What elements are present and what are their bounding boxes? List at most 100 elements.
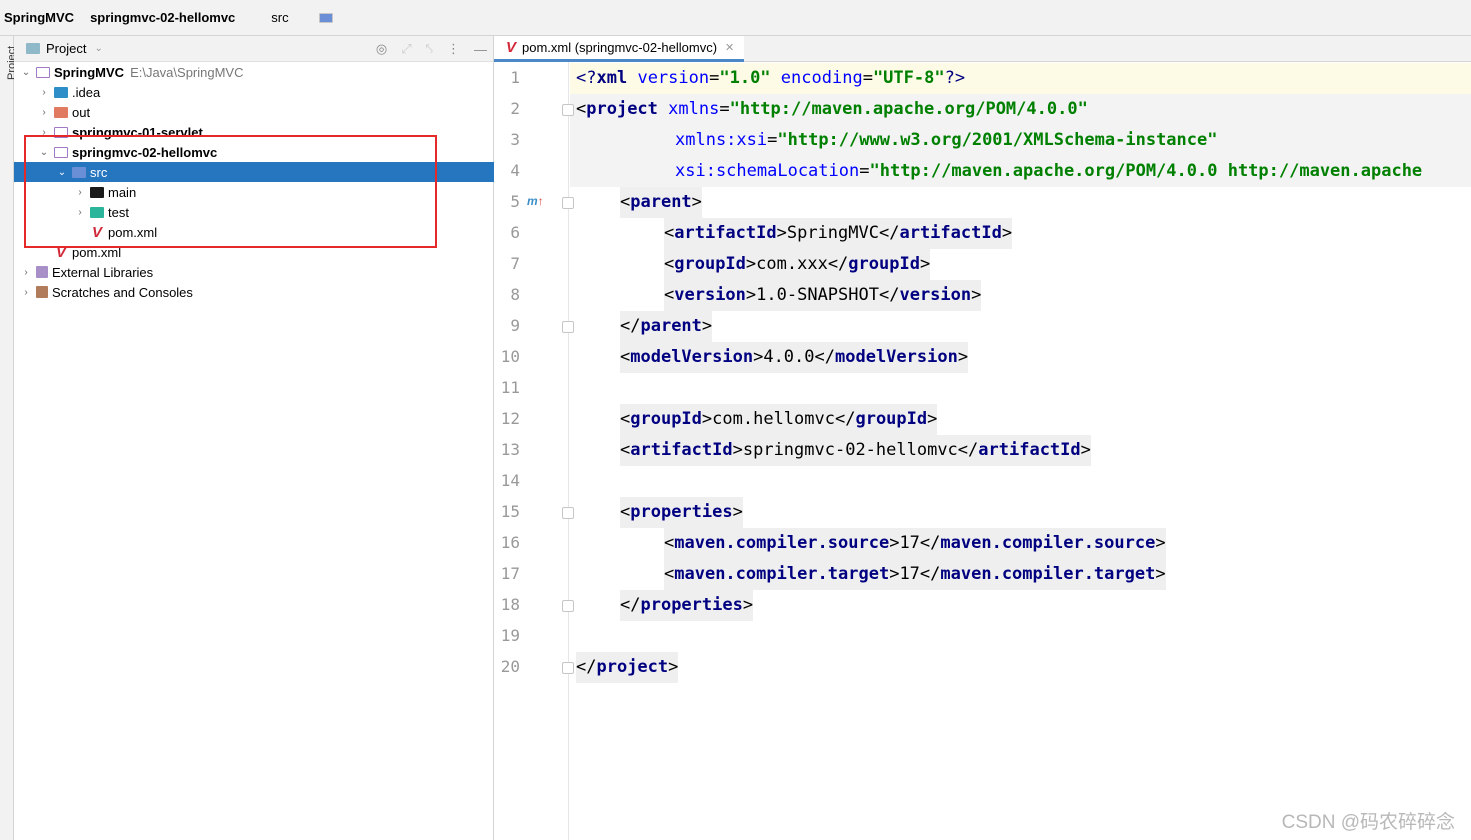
folder-icon: [90, 186, 104, 198]
fold-icon[interactable]: [562, 104, 574, 116]
fold-icon[interactable]: [562, 662, 574, 674]
expand-all-icon[interactable]: ⤢: [401, 41, 411, 57]
tree-item-root-pom[interactable]: V pom.xml: [14, 242, 494, 262]
code-line-8: <version>1.0-SNAPSHOT</version>: [664, 280, 982, 311]
line-number: 6: [510, 223, 520, 242]
line-number: 15: [500, 502, 520, 521]
code-line-1: <?xml version="1.0" encoding="UTF-8"?>: [576, 68, 966, 88]
line-number: 2: [510, 99, 520, 118]
chevron-right-icon[interactable]: ›: [20, 267, 32, 278]
line-number: 1: [510, 68, 520, 87]
maven-icon: V: [91, 223, 102, 241]
collapse-all-icon[interactable]: ⤣: [426, 41, 433, 57]
code-line-20: </project>: [576, 652, 679, 683]
code-line-16: <maven.compiler.source>17</maven.compile…: [664, 528, 1166, 559]
close-icon[interactable]: ✕: [725, 41, 734, 54]
code-line-13: <artifactId>springmvc-02-hellomvc</artif…: [620, 435, 1091, 466]
code-line-18: </properties>: [620, 590, 754, 621]
tab-pom-xml[interactable]: V pom.xml (springmvc-02-hellomvc) ✕: [494, 36, 745, 62]
project-view-icon: [26, 43, 40, 54]
out-folder-icon: [54, 106, 68, 118]
line-number: 16: [500, 533, 520, 552]
project-panel-header: Project ⌄ ◎ ⤢ ⤣ ⋮ —: [14, 36, 493, 62]
editor-tab-bar: V pom.xml (springmvc-02-hellomvc) ✕: [494, 36, 1471, 62]
code-line-9: </parent>: [620, 311, 713, 342]
maven-icon: V: [55, 243, 66, 261]
code-line-2: <project xmlns="http://maven.apache.org/…: [576, 99, 1088, 119]
line-number: 11: [500, 378, 520, 397]
line-number: 19: [500, 626, 520, 645]
tree-item-scratches[interactable]: › Scratches and Consoles: [14, 282, 494, 302]
project-panel: Project ⌄ ◎ ⤢ ⤣ ⋮ — ⌄ SpringMVC E:\Java\…: [14, 36, 494, 840]
chevron-right-icon[interactable]: ›: [38, 127, 50, 138]
line-number: 17: [500, 564, 520, 583]
code-line-10: <modelVersion>4.0.0</modelVersion>: [620, 342, 969, 373]
line-number: 13: [500, 440, 520, 459]
tree-item-out[interactable]: › out: [14, 102, 494, 122]
chevron-down-icon[interactable]: ⌄: [94, 43, 102, 54]
scratch-icon: [36, 286, 48, 298]
tree-item-main[interactable]: › main: [14, 182, 494, 202]
code-line-3: xmlns:xsi="http://www.w3.org/2001/XMLSch…: [675, 130, 1218, 150]
line-number: 18: [500, 595, 520, 614]
chevron-right-icon[interactable]: ›: [38, 107, 50, 118]
test-folder-icon: [90, 206, 104, 218]
chevron-right-icon[interactable]: ›: [38, 87, 50, 98]
line-number: 14: [500, 471, 520, 490]
chevron-right-icon[interactable]: ›: [74, 187, 86, 198]
line-number: 8: [510, 285, 520, 304]
chevron-right-icon[interactable]: ›: [20, 287, 32, 298]
code-line-5: <parent>: [620, 187, 702, 218]
options-icon[interactable]: ⋮: [447, 41, 460, 57]
fold-icon[interactable]: [562, 321, 574, 333]
line-number: 20: [500, 657, 520, 676]
tree-item-src[interactable]: ⌄ src: [14, 162, 494, 182]
tree-item-springmvc-02-hellomvc[interactable]: ⌄ springmvc-02-hellomvc: [14, 142, 494, 162]
editor-gutter: 1 2 3 4 5 6 7 8 9 10 11 12 13 14 15 16 1…: [494, 62, 574, 840]
tree-item-idea[interactable]: › .idea: [14, 82, 494, 102]
locate-icon[interactable]: ◎: [376, 41, 387, 57]
line-number: 10: [500, 347, 520, 366]
project-panel-tools: ◎ ⤢ ⤣ ⋮ —: [376, 36, 487, 62]
line-number: 12: [500, 409, 520, 428]
navigation-breadcrumb: SpringMVC springmvc-02-hellomvc src: [0, 0, 1471, 36]
breadcrumb-src[interactable]: src: [251, 10, 334, 25]
tree-item-test[interactable]: › test: [14, 202, 494, 222]
tool-window-stripe: Project cture: [0, 36, 18, 840]
chevron-right-icon[interactable]: ›: [74, 207, 86, 218]
source-folder-icon: [72, 166, 86, 178]
breadcrumb-root[interactable]: SpringMVC: [4, 10, 74, 25]
maven-parent-marker-icon[interactable]: m↑: [527, 194, 544, 208]
code-editor[interactable]: 1 2 3 4 5 6 7 8 9 10 11 12 13 14 15 16 1…: [494, 62, 1471, 840]
chevron-down-icon[interactable]: ⌄: [56, 167, 68, 178]
source-folder-icon: [319, 12, 334, 23]
tree-item-springmvc[interactable]: ⌄ SpringMVC E:\Java\SpringMVC: [14, 62, 494, 82]
module-folder-icon: [36, 66, 50, 78]
fold-icon[interactable]: [562, 507, 574, 519]
line-number: 9: [510, 316, 520, 335]
hide-icon[interactable]: —: [474, 42, 487, 57]
code-line-15: <properties>: [620, 497, 743, 528]
line-number: 5: [510, 192, 520, 211]
code-line-17: <maven.compiler.target>17</maven.compile…: [664, 559, 1166, 590]
code-line-6: <artifactId>SpringMVC</artifactId>: [664, 218, 1013, 249]
module-folder-icon: [54, 126, 68, 138]
idea-folder-icon: [54, 86, 68, 98]
line-number: 7: [510, 254, 520, 273]
watermark: CSDN @码农碎碎念: [1281, 812, 1455, 833]
library-icon: [36, 266, 48, 278]
tree-item-springmvc-01-servlet[interactable]: › springmvc-01-servlet: [14, 122, 494, 142]
code-line-12: <groupId>com.hellomvc</groupId>: [620, 404, 938, 435]
code-line-7: <groupId>com.xxx</groupId>: [664, 249, 931, 280]
fold-icon[interactable]: [562, 197, 574, 209]
code-line-4: xsi:schemaLocation="http://maven.apache.…: [675, 161, 1423, 181]
tree-item-module-pom[interactable]: V pom.xml: [14, 222, 494, 242]
line-number: 3: [510, 130, 520, 149]
chevron-down-icon[interactable]: ⌄: [20, 67, 32, 78]
chevron-down-icon[interactable]: ⌄: [38, 147, 50, 158]
fold-icon[interactable]: [562, 600, 574, 612]
project-view-selector[interactable]: Project: [46, 41, 86, 56]
breadcrumb-module[interactable]: springmvc-02-hellomvc: [90, 10, 235, 25]
tree-item-external-libraries[interactable]: › External Libraries: [14, 262, 494, 282]
maven-icon: V: [505, 39, 516, 56]
